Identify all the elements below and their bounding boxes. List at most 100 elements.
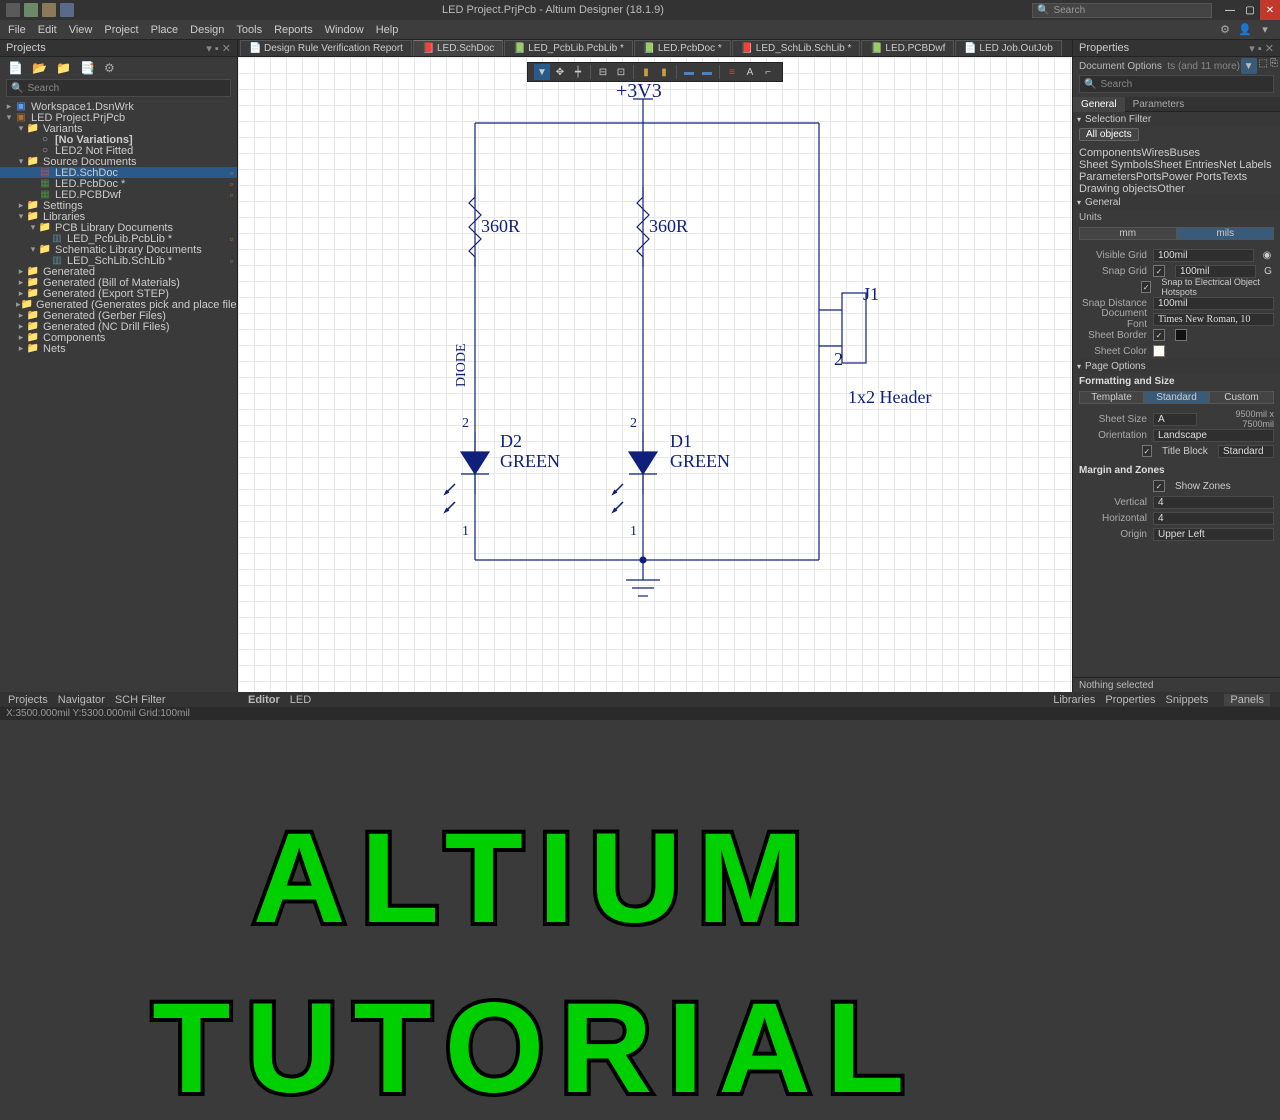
compile-icon[interactable]: 📑 <box>80 61 94 75</box>
snap-grid-input[interactable]: 100mil <box>1175 265 1256 278</box>
doc-tab[interactable]: 📗LED.PCBDwf <box>861 40 954 56</box>
menu-help[interactable]: Help <box>376 24 399 36</box>
visible-grid-input[interactable]: 100mil <box>1153 249 1254 262</box>
menu-tools[interactable]: Tools <box>236 24 262 36</box>
filter-tag[interactable]: Ports <box>1136 171 1162 183</box>
sheet-color-swatch[interactable] <box>1153 345 1165 357</box>
title-block-checkbox[interactable]: ✓ <box>1142 445 1152 457</box>
panel-tab-projects[interactable]: Projects <box>8 694 48 706</box>
tree-item[interactable]: ▸📁Generated (NC Drill Files) <box>0 321 237 332</box>
filter-tag[interactable]: Power Ports <box>1162 171 1222 183</box>
doc-font-input[interactable]: Times New Roman, 10 <box>1153 313 1274 326</box>
filter-icon[interactable]: ▼ <box>534 64 550 80</box>
open-proj-icon[interactable]: 📂 <box>32 61 46 75</box>
tree-item[interactable]: ▾📁PCB Library Documents <box>0 222 237 233</box>
panel-tab-sch-filter[interactable]: SCH Filter <box>115 694 166 706</box>
filter-tag[interactable]: Texts <box>1221 171 1247 183</box>
title-block-select[interactable]: Standard <box>1218 445 1274 458</box>
menu-edit[interactable]: Edit <box>38 24 57 36</box>
cross-icon[interactable]: ┿ <box>570 64 586 80</box>
tree-item[interactable]: ▥LED_SchLib.SchLib *▫ <box>0 255 237 266</box>
tree-item[interactable]: ▸▣Workspace1.DsnWrk <box>0 101 237 112</box>
dist2-icon[interactable]: ▬ <box>699 64 715 80</box>
dropdown-icon[interactable]: ▾ <box>1258 22 1272 36</box>
filter-icon[interactable]: ▼ <box>1241 58 1257 74</box>
general-header[interactable]: General <box>1085 197 1121 208</box>
menu-reports[interactable]: Reports <box>274 24 313 36</box>
net2-icon[interactable]: ⊡ <box>613 64 629 80</box>
open-icon[interactable] <box>42 3 56 17</box>
selection-filter-header[interactable]: Selection Filter <box>1085 114 1151 125</box>
projects-search[interactable]: 🔍 Search <box>6 79 231 97</box>
align-icon[interactable]: ▮ <box>638 64 654 80</box>
orientation-select[interactable]: Landscape <box>1153 429 1274 442</box>
editor-tab[interactable]: Editor <box>248 694 280 706</box>
close-button[interactable]: ✕ <box>1260 0 1280 20</box>
text-icon[interactable]: A <box>742 64 758 80</box>
menu-project[interactable]: Project <box>104 24 138 36</box>
show-zones-checkbox[interactable]: ✓ <box>1153 480 1165 492</box>
sheet-border-color[interactable] <box>1175 329 1187 341</box>
maximize-button[interactable]: ▢ <box>1240 0 1260 20</box>
user-icon[interactable]: 👤 <box>1238 22 1252 36</box>
sheet-border-checkbox[interactable]: ✓ <box>1153 329 1165 341</box>
pick-icon[interactable]: ⬚ <box>1259 58 1268 74</box>
tree-item[interactable]: ▸📁Generated <box>0 266 237 277</box>
page-options-header[interactable]: Page Options <box>1085 361 1146 372</box>
tree-item[interactable]: ○[No Variations] <box>0 134 237 145</box>
snap-dist-input[interactable]: 100mil <box>1153 297 1274 310</box>
tree-item[interactable]: ▾📁Libraries <box>0 211 237 222</box>
origin-select[interactable]: Upper Left <box>1153 528 1274 541</box>
tree-item[interactable]: ▸📁Nets <box>0 343 237 354</box>
minimize-button[interactable]: — <box>1220 0 1240 20</box>
tree-item[interactable]: ▥LED_PcbLib.PcbLib *▫ <box>0 233 237 244</box>
fmt-custom[interactable]: Custom <box>1209 391 1274 404</box>
tree-item[interactable]: ▸📁Generated (Bill of Materials) <box>0 277 237 288</box>
filter-tag[interactable]: Sheet Entries <box>1153 159 1219 171</box>
tree-item[interactable]: ▤LED.SchDoc▫ <box>0 167 237 178</box>
fmt-template[interactable]: Template <box>1079 391 1144 404</box>
move-icon[interactable]: ✥ <box>552 64 568 80</box>
menu-place[interactable]: Place <box>151 24 179 36</box>
snap-grid-checkbox[interactable]: ✓ <box>1153 265 1165 277</box>
doc-tab[interactable]: 📄Design Rule Verification Report <box>240 40 412 56</box>
menu-file[interactable]: File <box>8 24 26 36</box>
tree-item[interactable]: ▾▣LED Project.PrjPcb <box>0 112 237 123</box>
properties-search[interactable]: 🔍 Search <box>1079 75 1274 93</box>
panel-tab-snippets[interactable]: Snippets <box>1166 694 1209 706</box>
new-icon[interactable] <box>24 3 38 17</box>
snap-hotspot-checkbox[interactable]: ✓ <box>1141 281 1151 293</box>
tree-item[interactable]: ▸📁Generated (Generates pick and place fi… <box>0 299 237 310</box>
tab-parameters[interactable]: Parameters <box>1125 97 1193 112</box>
eye-icon[interactable]: ◉ <box>1260 250 1274 261</box>
menu-window[interactable]: Window <box>325 24 364 36</box>
filter-tag[interactable]: Components <box>1079 147 1141 159</box>
units-mils[interactable]: mils <box>1177 227 1275 240</box>
tree-item[interactable]: ▸📁Components <box>0 332 237 343</box>
save-icon[interactable]: 📁 <box>56 61 70 75</box>
tree-item[interactable]: ▸📁Settings <box>0 200 237 211</box>
align2-icon[interactable]: ▮ <box>656 64 672 80</box>
vertical-input[interactable]: 4 <box>1153 496 1274 509</box>
tree-item[interactable]: ○LED2 Not Fitted <box>0 145 237 156</box>
panel-pin-icon[interactable]: ▾ ▪ ✕ <box>206 42 231 55</box>
tree-item[interactable]: ▦LED.PcbDoc *▫ <box>0 178 237 189</box>
units-mm[interactable]: mm <box>1079 227 1177 240</box>
schematic-canvas[interactable]: +3V3 360R 360R D2 GREEN D1 GREEN J1 2 1x… <box>238 57 1072 652</box>
panel-pin-icon[interactable]: ▾ ▪ ✕ <box>1249 42 1274 55</box>
filter-tag[interactable]: Wires <box>1141 147 1169 159</box>
doc-tab[interactable]: 📕LED.SchDoc <box>413 40 503 56</box>
tree-item[interactable]: ▦LED.PCBDwf▫ <box>0 189 237 200</box>
filter-tag[interactable]: Sheet Symbols <box>1079 159 1153 171</box>
menu-view[interactable]: View <box>69 24 93 36</box>
save-icon[interactable] <box>60 3 74 17</box>
panel-tab-properties[interactable]: Properties <box>1105 694 1155 706</box>
active-bar[interactable]: ▼ ✥ ┿ ⊟ ⊡ ▮ ▮ ▬ ▬ ≡ A ⌐ <box>527 62 783 82</box>
dist-icon[interactable]: ▬ <box>681 64 697 80</box>
fmt-standard[interactable]: Standard <box>1144 391 1209 404</box>
panel-tab-navigator[interactable]: Navigator <box>58 694 105 706</box>
settings-icon[interactable]: ⚙ <box>104 61 118 75</box>
filter-tag[interactable]: Other <box>1157 183 1185 195</box>
tree-item[interactable]: ▾📁Source Documents <box>0 156 237 167</box>
tree-item[interactable]: ▸📁Generated (Export STEP) <box>0 288 237 299</box>
